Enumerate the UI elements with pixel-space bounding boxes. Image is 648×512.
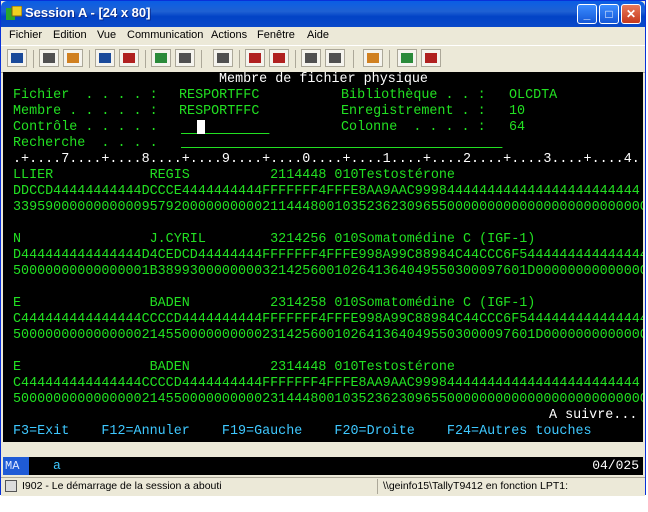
menu-fenetre[interactable]: Fenêtre bbox=[257, 29, 295, 41]
close-button[interactable]: ✕ bbox=[621, 4, 641, 24]
menu-aide[interactable]: Aide bbox=[307, 29, 329, 41]
recherche-input[interactable] bbox=[181, 136, 502, 152]
window-title: Session A - [24 x 80] bbox=[25, 5, 151, 20]
recherche-label: Recherche . . . . bbox=[13, 136, 158, 151]
toolbar-separator bbox=[201, 50, 202, 68]
fichier-label: Fichier . . . . : bbox=[13, 88, 158, 103]
receive-file-icon[interactable] bbox=[119, 49, 139, 67]
membre-label: Membre . . . . . : bbox=[13, 104, 158, 119]
status-bar: I902 - Le démarrage de la session a abou… bbox=[1, 477, 645, 496]
print-screen-icon[interactable] bbox=[7, 49, 27, 67]
emulator-window: Session A - [24 x 80] _ □ ✕ Fichier Edit… bbox=[0, 0, 646, 496]
record-text: E BADEN 2314448 010Testostérone bbox=[13, 360, 455, 375]
column-ruler: .+....7....+....8....+....9....+....0...… bbox=[13, 152, 640, 167]
globe-icon[interactable] bbox=[397, 49, 417, 67]
operator-info-area: MA a 04/025 bbox=[3, 457, 643, 475]
session-app-icon bbox=[6, 6, 22, 20]
enregistrement-label: Enregistrement . : bbox=[341, 104, 486, 119]
controle-label: Contrôle . . . . . bbox=[13, 120, 158, 135]
edit-macro-icon[interactable] bbox=[325, 49, 345, 67]
connection-status-icon bbox=[5, 480, 17, 492]
record-hex-zone: DDCCD44444444444DCCCE4444444444FFFFFFF4F… bbox=[13, 184, 640, 199]
play-macro-icon[interactable] bbox=[301, 49, 321, 67]
record-hex-digit: 5000000000000000214550000000000231425600… bbox=[13, 328, 643, 343]
membre-value: RESPORTFFC bbox=[179, 104, 260, 119]
bibliotheque-label: Bibliothèque . . : bbox=[341, 88, 486, 103]
more-indicator: A suivre... bbox=[549, 408, 638, 423]
menu-fichier[interactable]: Fichier bbox=[9, 29, 42, 41]
toolbar-separator bbox=[239, 50, 240, 68]
enregistrement-value: 10 bbox=[509, 104, 526, 119]
menu-edition[interactable]: Edition bbox=[53, 29, 87, 41]
clipboard-icon[interactable] bbox=[363, 49, 383, 67]
stop-macro-icon[interactable] bbox=[269, 49, 289, 67]
toolbar-separator bbox=[145, 50, 146, 68]
controle-input[interactable] bbox=[181, 120, 269, 136]
menu-bar: Fichier Edition Vue Communication Action… bbox=[1, 27, 645, 45]
display-keypad-icon[interactable] bbox=[151, 49, 171, 67]
toolbar-separator bbox=[353, 50, 354, 68]
maximize-button[interactable]: □ bbox=[599, 4, 619, 24]
status-message: I902 - Le démarrage de la session a abou… bbox=[22, 480, 222, 492]
copy-icon[interactable] bbox=[39, 49, 59, 67]
text-cursor bbox=[197, 120, 206, 134]
record-hex-digit: 5000000000000000214550000000000231444800… bbox=[13, 392, 643, 407]
minimize-button[interactable]: _ bbox=[577, 4, 597, 24]
toolbar-separator bbox=[33, 50, 34, 68]
menu-actions[interactable]: Actions bbox=[211, 29, 247, 41]
input-mode: a bbox=[53, 458, 61, 473]
printer-connection: \\geinfo15\TallyT9412 en fonction LPT1: bbox=[383, 480, 569, 492]
session-indicator: MA bbox=[3, 457, 29, 475]
function-keys: F3=Exit F12=Annuler F19=Gauche F20=Droit… bbox=[13, 424, 592, 439]
record-text: LLIER REGIS 2114448 010Testostérone bbox=[13, 168, 455, 183]
toolbar-separator bbox=[389, 50, 390, 68]
macro-icon[interactable] bbox=[213, 49, 233, 67]
colonne-label: Colonne . . . . : bbox=[341, 120, 486, 135]
paste-icon[interactable] bbox=[63, 49, 83, 67]
menu-vue[interactable]: Vue bbox=[97, 29, 116, 41]
status-divider bbox=[377, 479, 378, 494]
colonne-value: 64 bbox=[509, 120, 526, 135]
keyboard-map-icon[interactable] bbox=[175, 49, 195, 67]
menu-communication[interactable]: Communication bbox=[127, 29, 203, 41]
terminal-screen[interactable]: Membre de fichier physique Fichier . . .… bbox=[3, 72, 643, 442]
toolbar bbox=[1, 45, 645, 73]
fichier-value: RESPORTFFC bbox=[179, 88, 260, 103]
record-hex-zone: C444444444444444CCCCD4444444444FFFFFFF4F… bbox=[13, 312, 643, 327]
record-text: E BADEN 2314258 010Somatomédine C (IGF-1… bbox=[13, 296, 536, 311]
record-hex-zone: C444444444444444CCCCD4444444444FFFFFFF4F… bbox=[13, 376, 640, 391]
cursor-position: 04/025 bbox=[592, 458, 639, 473]
record-hex-digit: 3395900000000000957920000000000211444800… bbox=[13, 200, 643, 215]
record-macro-icon[interactable] bbox=[245, 49, 265, 67]
bibliotheque-value: OLCDTA bbox=[509, 88, 558, 103]
record-hex-digit: 50000000000000001B3899300000000321425600… bbox=[13, 264, 643, 279]
record-hex-zone: D444444444444444D4CEDCD44444444FFFFFFF4F… bbox=[13, 248, 643, 263]
settings-icon[interactable] bbox=[421, 49, 441, 67]
record-text: N J.CYRIL 3214256 010Somatomédine C (IGF… bbox=[13, 232, 536, 247]
title-bar: Session A - [24 x 80] _ □ ✕ bbox=[1, 1, 645, 27]
screen-heading: Membre de fichier physique bbox=[219, 72, 428, 87]
toolbar-separator bbox=[89, 50, 90, 68]
toolbar-separator bbox=[295, 50, 296, 68]
send-file-icon[interactable] bbox=[95, 49, 115, 67]
